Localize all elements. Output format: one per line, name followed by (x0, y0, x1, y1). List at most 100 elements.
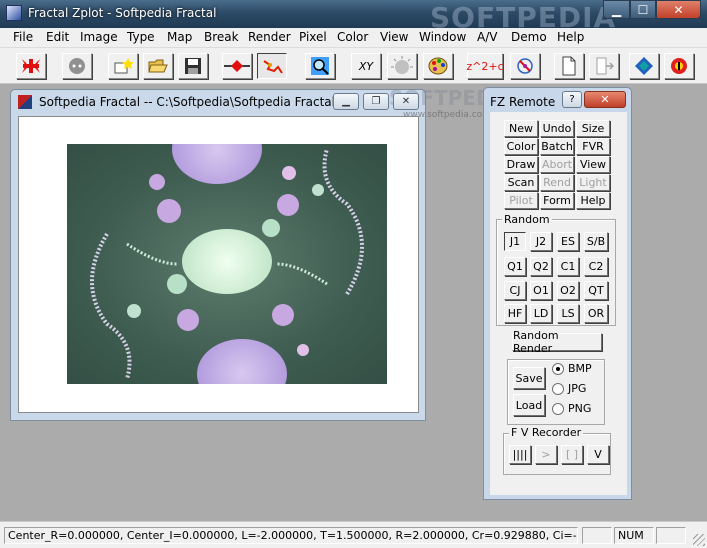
menu-av[interactable]: A/V (477, 30, 497, 44)
random-hf-button[interactable]: HF (504, 304, 526, 323)
remote-light-button[interactable]: Light (576, 174, 610, 191)
formula-label: z^2+c (466, 59, 504, 73)
random-cj-button[interactable]: CJ (504, 281, 526, 300)
remote-title: FZ Remote (490, 95, 556, 109)
fz-remote-window[interactable]: FZ Remote ? ✕ New Undo Size Color Batch … (483, 87, 632, 500)
toolbar-palette-button[interactable] (423, 53, 453, 79)
random-q2-button[interactable]: Q2 (530, 257, 552, 276)
menu-map[interactable]: Map (167, 30, 192, 44)
remote-scan-button[interactable]: Scan (504, 174, 538, 191)
document-icon[interactable] (18, 95, 32, 109)
toolbar-sphere-button[interactable] (387, 53, 417, 79)
menu-window[interactable]: Window (419, 30, 466, 44)
recorder-play-button[interactable]: > (535, 445, 557, 464)
remote-undo-button[interactable]: Undo (540, 120, 574, 137)
fractal-document-window[interactable]: Softpedia Fractal -- C:\Softpedia\Softpe… (10, 86, 516, 421)
menu-image[interactable]: Image (80, 30, 118, 44)
menu-break[interactable]: Break (204, 30, 239, 44)
random-or-button[interactable]: OR (584, 304, 608, 323)
menu-render[interactable]: Render (248, 30, 291, 44)
remote-fvr-button[interactable]: FVR (576, 138, 610, 155)
menu-file[interactable]: File (13, 30, 33, 44)
remote-draw-button[interactable]: Draw (504, 156, 538, 173)
remote-rend-button[interactable]: Rend (540, 174, 574, 191)
remote-help-button[interactable]: ? (562, 91, 582, 108)
format-jpg-label: JPG (568, 382, 587, 395)
save-button[interactable]: Save (513, 367, 545, 389)
toolbar-about-button[interactable] (664, 53, 694, 79)
format-bmp-radio[interactable]: BMP (552, 362, 592, 375)
menu-help[interactable]: Help (557, 30, 584, 44)
toolbar-diamond-button[interactable] (629, 53, 659, 79)
toolbar-fractal-button[interactable] (16, 53, 46, 79)
menu-pixel[interactable]: Pixel (299, 30, 327, 44)
toolbar-circle-button[interactable] (62, 53, 92, 79)
remote-close-button[interactable]: ✕ (584, 91, 626, 108)
gray-circle-icon (69, 58, 85, 74)
remote-batch-button[interactable]: Batch (540, 138, 574, 155)
format-bmp-label: BMP (568, 362, 592, 375)
toolbar-orbit-button[interactable] (257, 53, 287, 79)
toolbar-formula-button[interactable]: z^2+c (466, 53, 504, 79)
format-jpg-radio[interactable]: JPG (552, 382, 586, 395)
random-o1-button[interactable]: O1 (530, 281, 552, 300)
window-title: Fractal Zplot - Softpedia Fractal (28, 6, 217, 20)
remote-size-button[interactable]: Size (576, 120, 610, 137)
toolbar-xy-button[interactable]: XY (351, 53, 381, 79)
random-es-button[interactable]: ES (557, 232, 579, 251)
toolbar-open-button[interactable] (143, 53, 173, 79)
random-sb-button[interactable]: S/B (584, 232, 608, 251)
toolbar-zoom-button[interactable] (305, 53, 335, 79)
recorder-stop-button[interactable]: [ ] (561, 445, 583, 464)
document-minimize-button[interactable]: ▁ (333, 93, 359, 110)
random-ld-button[interactable]: LD (530, 304, 552, 323)
app-icon[interactable] (6, 5, 22, 21)
random-c1-button[interactable]: C1 (557, 257, 579, 276)
remote-help-text-button[interactable]: Help (576, 192, 610, 209)
menu-color[interactable]: Color (337, 30, 368, 44)
random-j1-button[interactable]: J1 (504, 232, 526, 251)
resize-grip[interactable] (693, 534, 705, 546)
recorder-record-button[interactable]: |||| (509, 445, 531, 464)
sphere-icon (391, 56, 413, 74)
remote-view-button[interactable]: View (576, 156, 610, 173)
radio-dot (552, 382, 564, 395)
random-render-button[interactable]: Random Render (512, 329, 602, 355)
random-qt-button[interactable]: QT (584, 281, 608, 300)
toolbar-new-button[interactable] (108, 53, 138, 79)
close-button[interactable]: ✕ (656, 0, 701, 19)
document-close-button[interactable]: ✕ (393, 93, 419, 110)
floppy-icon (185, 58, 201, 74)
menu-edit[interactable]: Edit (46, 30, 69, 44)
remote-new-button[interactable]: New (504, 120, 538, 137)
fractal-canvas-area[interactable] (18, 116, 419, 413)
maximize-button[interactable]: ☐ (630, 0, 656, 19)
status-bar: Center_R=0.000000, Center_I=0.000000, L=… (0, 521, 707, 548)
menu-type[interactable]: Type (127, 30, 155, 44)
remote-pilot-button[interactable]: Pilot (504, 192, 538, 209)
remote-abort-button[interactable]: Abort (540, 156, 574, 173)
menu-demo[interactable]: Demo (511, 30, 547, 44)
load-button[interactable]: Load (513, 394, 545, 416)
toolbar-point-button[interactable] (222, 53, 252, 79)
document-title: Softpedia Fractal -- C:\Softpedia\Softpe… (39, 95, 351, 109)
toolbar-document-button[interactable] (554, 53, 584, 79)
random-ls-button[interactable]: LS (557, 304, 579, 323)
menu-view[interactable]: View (380, 30, 408, 44)
minimize-button[interactable]: ▁ (603, 0, 630, 19)
format-png-label: PNG (568, 402, 592, 415)
toolbar-exit-button[interactable] (589, 53, 619, 79)
format-png-radio[interactable]: PNG (552, 402, 591, 415)
toolbar-animation-button[interactable] (510, 53, 540, 79)
document-restore-button[interactable]: ❐ (363, 93, 389, 110)
remote-form-button[interactable]: Form (540, 192, 574, 209)
document-title-bar[interactable]: Softpedia Fractal -- C:\Softpedia\Softpe… (11, 86, 516, 114)
random-c2-button[interactable]: C2 (584, 257, 608, 276)
recorder-view-button[interactable]: V (587, 445, 609, 464)
toolbar-save-button[interactable] (178, 53, 208, 79)
remote-color-button[interactable]: Color (504, 138, 538, 155)
random-j2-button[interactable]: J2 (530, 232, 552, 251)
fractal-image[interactable] (67, 144, 387, 384)
random-q1-button[interactable]: Q1 (504, 257, 526, 276)
random-o2-button[interactable]: O2 (557, 281, 579, 300)
